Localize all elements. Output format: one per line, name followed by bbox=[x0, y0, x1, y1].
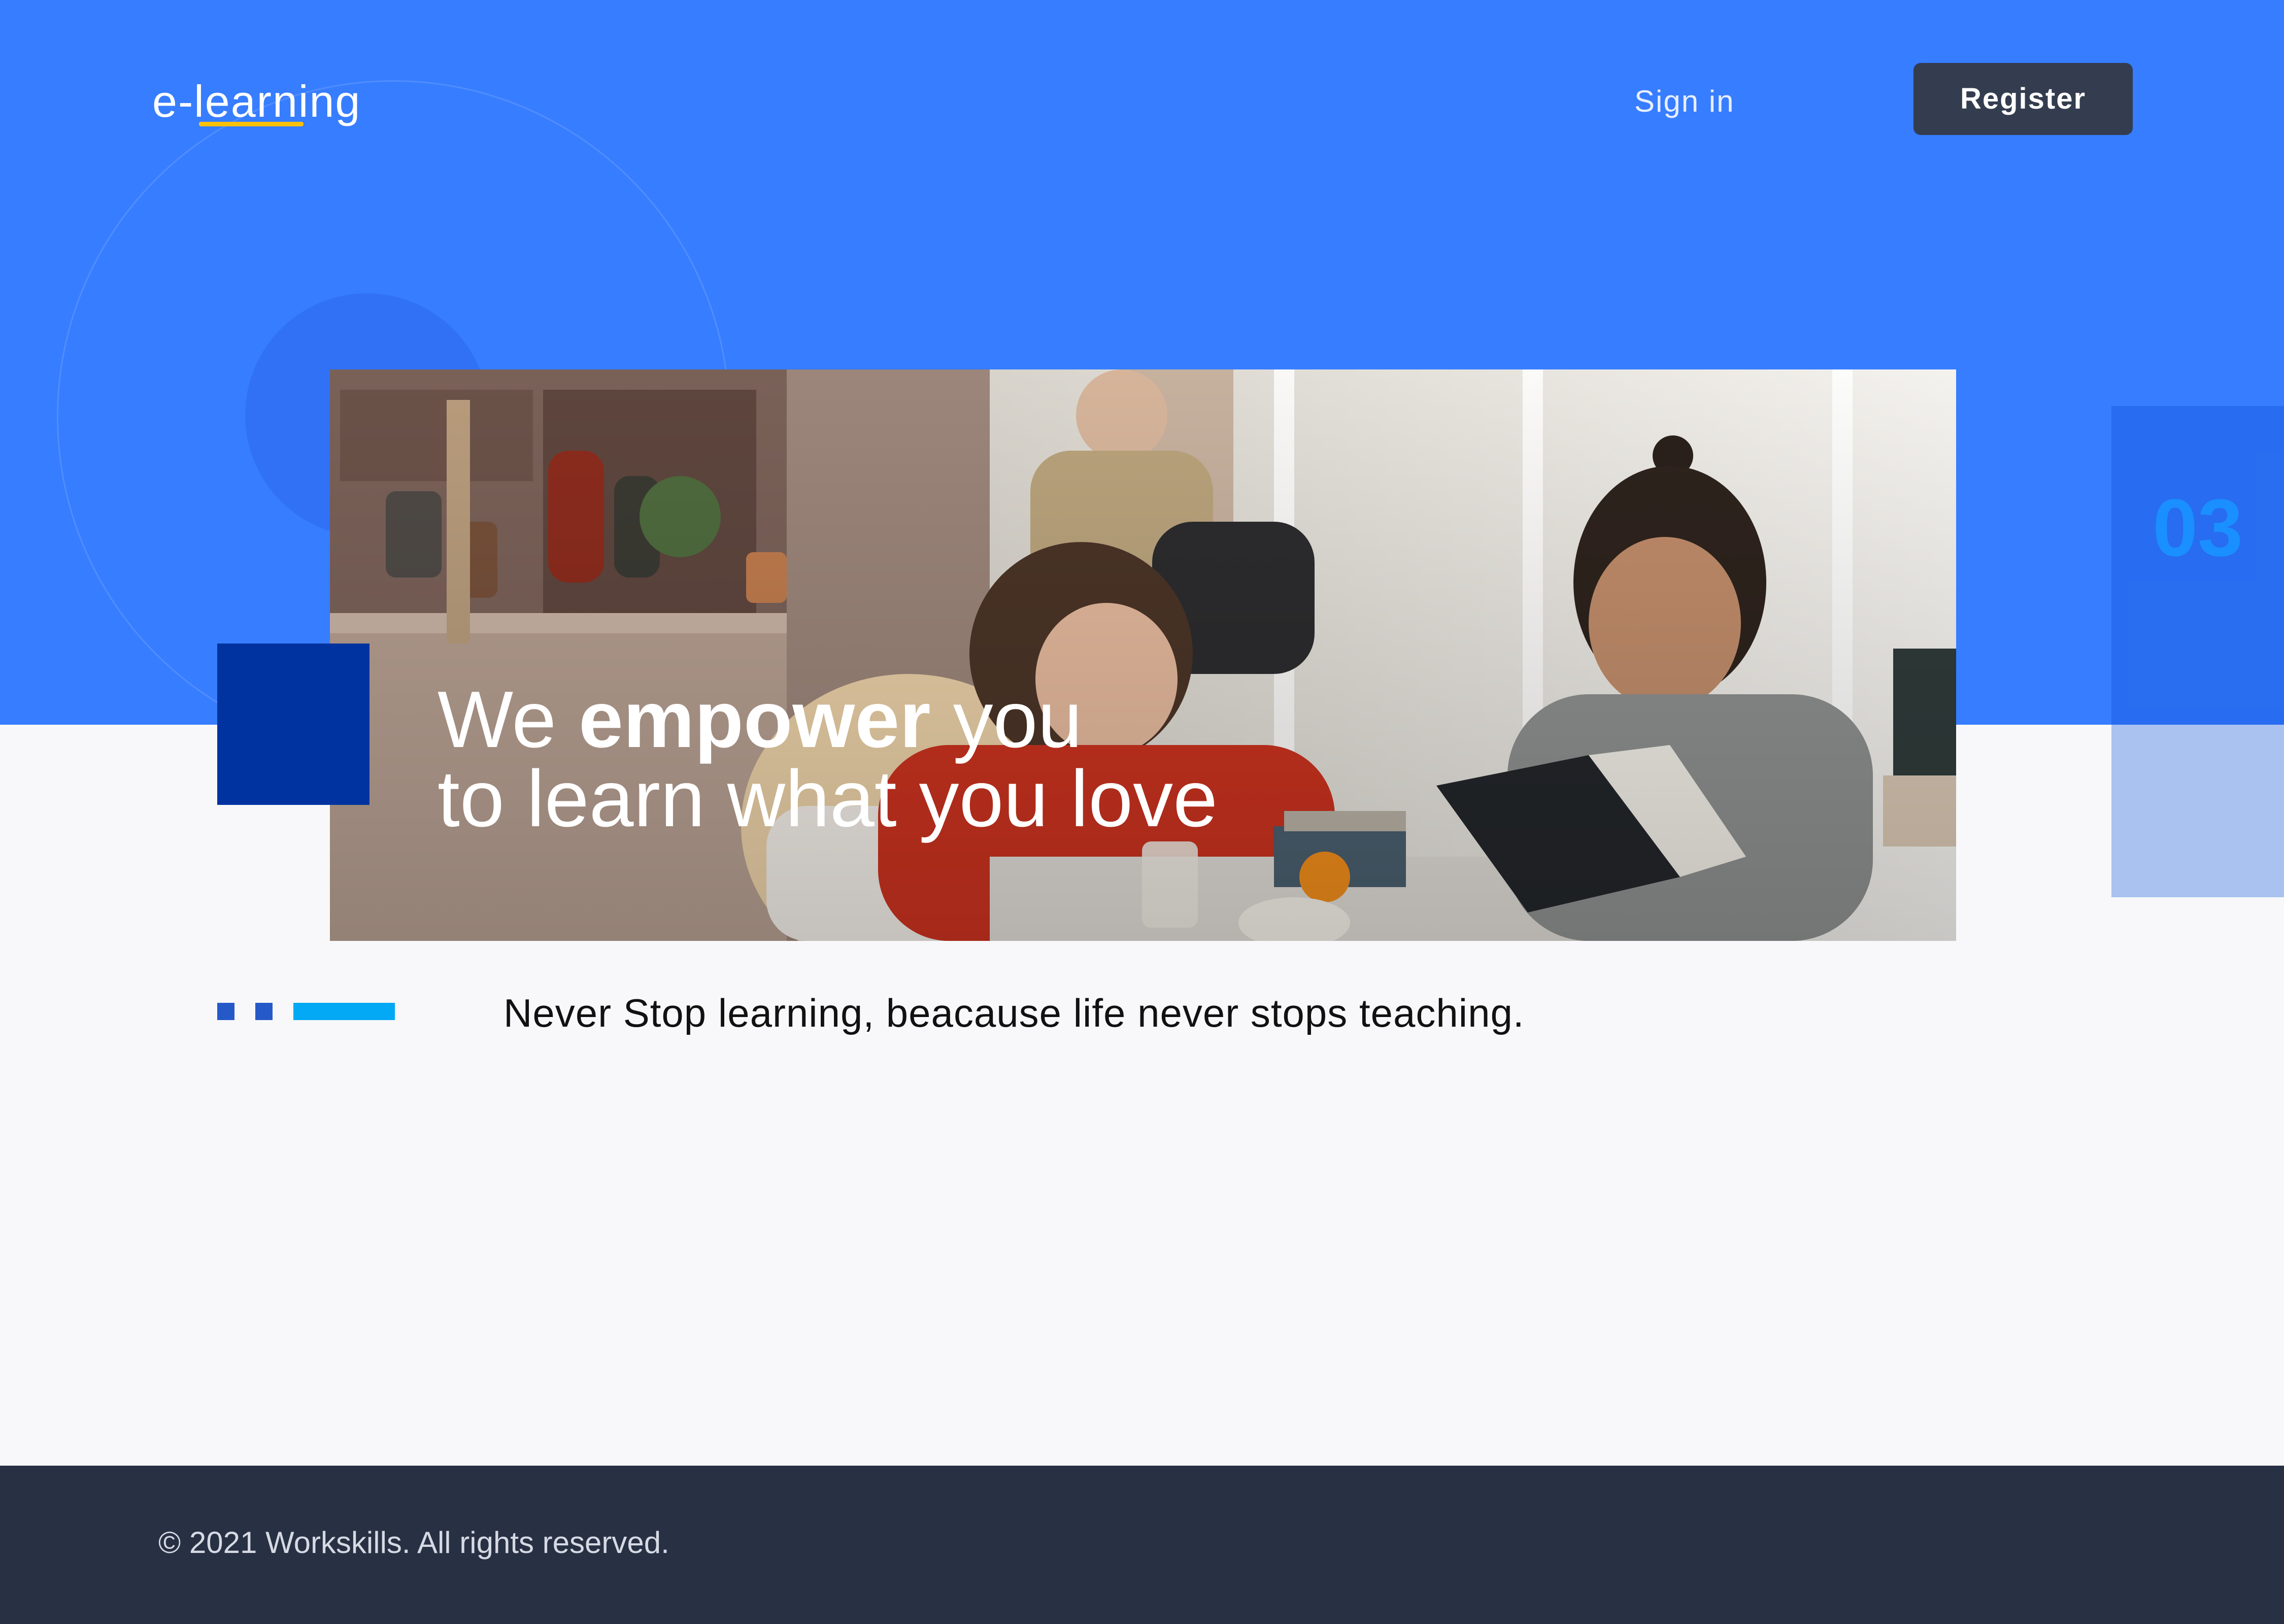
hero-headline: We empower you to learn what you love bbox=[438, 680, 1218, 843]
accent-square bbox=[217, 644, 370, 805]
pager-dot-active[interactable] bbox=[293, 1003, 395, 1020]
pager-dot-2[interactable] bbox=[255, 1003, 273, 1020]
headline-line-2: to learn what you love bbox=[438, 754, 1218, 843]
logo-underline bbox=[199, 122, 304, 126]
headline-line-1: We empower you bbox=[438, 680, 1218, 760]
tagline: Never Stop learning, beacause life never… bbox=[503, 991, 1525, 1035]
hero-image bbox=[330, 369, 1956, 941]
footer-copyright: © 2021 Workskills. All rights reserved. bbox=[158, 1526, 669, 1560]
headline-emphasis: empower bbox=[579, 675, 931, 764]
side-panel-lower bbox=[2111, 725, 2284, 897]
headline-prefix: We bbox=[438, 675, 579, 764]
sign-in-link[interactable]: Sign in bbox=[1634, 76, 1734, 127]
pager-dot-1[interactable] bbox=[217, 1003, 234, 1020]
register-button[interactable]: Register bbox=[1913, 63, 2133, 135]
headline-suffix: you bbox=[930, 675, 1083, 764]
logo[interactable]: e-learning bbox=[152, 71, 361, 132]
slide-number: 03 bbox=[2153, 482, 2243, 573]
